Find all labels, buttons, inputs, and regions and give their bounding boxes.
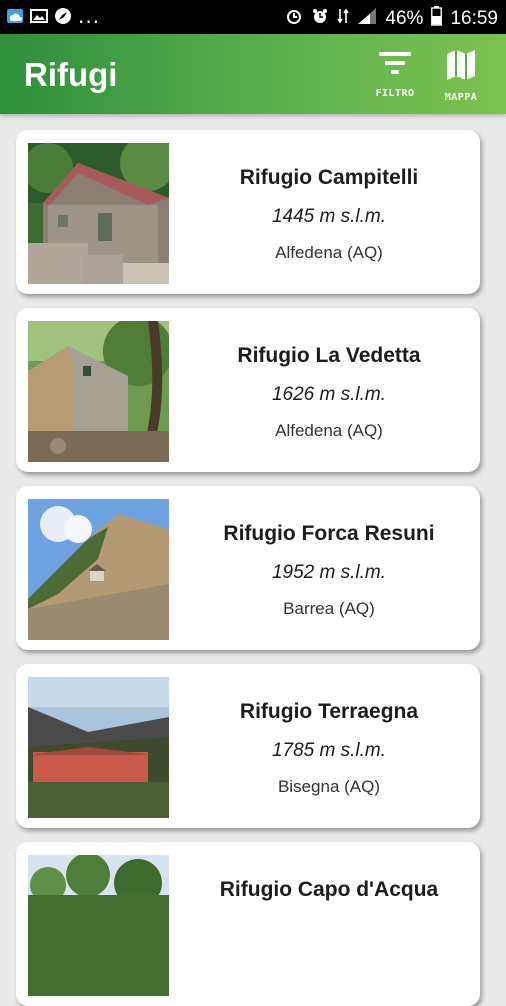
refuge-name: Rifugio Terraegna	[239, 700, 419, 723]
battery-percent: 46%	[385, 8, 424, 29]
alarm-icon	[285, 7, 303, 31]
gallery-icon	[30, 7, 48, 25]
refuge-name: Rifugio La Vedetta	[237, 344, 421, 367]
refuge-card[interactable]: Rifugio Capo d'Acqua	[16, 842, 480, 1006]
refuge-card[interactable]: Rifugio La Vedetta 1626 m s.l.m. Alfeden…	[16, 308, 480, 472]
filter-label: FILTRO	[375, 88, 415, 99]
filter-button[interactable]: FILTRO	[366, 48, 424, 108]
explore-icon	[54, 7, 72, 25]
app-bar: Rifugi FILTRO MAPPA	[0, 34, 506, 114]
map-label: MAPPA	[444, 92, 478, 103]
page-title: Rifugi	[24, 56, 118, 93]
data-transfer-icon	[337, 7, 350, 31]
refuge-list[interactable]: Rifugio Campitelli 1445 m s.l.m. Alfeden…	[0, 114, 506, 1006]
refuge-altitude: 1445 m s.l.m.	[271, 206, 387, 227]
refuge-altitude: 1952 m s.l.m.	[271, 562, 387, 583]
refuge-card[interactable]: Rifugio Terraegna 1785 m s.l.m. Bisegna …	[16, 664, 480, 828]
clock-icon	[311, 7, 329, 31]
refuge-name: Rifugio Forca Resuni	[223, 522, 435, 545]
refuge-altitude: 1785 m s.l.m.	[271, 740, 387, 761]
refuge-photo	[28, 855, 169, 996]
signal-icon	[357, 7, 377, 31]
map-icon	[444, 48, 478, 87]
filter-icon	[377, 48, 413, 83]
refuge-photo	[28, 143, 169, 284]
refuge-photo	[28, 677, 169, 818]
refuge-photo	[28, 499, 169, 640]
cloud-app-icon	[6, 7, 24, 25]
refuge-photo	[28, 321, 169, 462]
refuge-name: Rifugio Campitelli	[239, 166, 419, 189]
refuge-name: Rifugio Capo d'Acqua	[219, 878, 439, 901]
refuge-card[interactable]: Rifugio Campitelli 1445 m s.l.m. Alfeden…	[16, 130, 480, 294]
refuge-card[interactable]: Rifugio Forca Resuni 1952 m s.l.m. Barre…	[16, 486, 480, 650]
clock-time: 16:59	[450, 8, 498, 29]
refuge-location: Alfedena (AQ)	[275, 421, 383, 440]
refuge-location: Barrea (AQ)	[283, 599, 375, 618]
status-bar: ... 46% 16:59	[0, 0, 506, 34]
refuge-location: Alfedena (AQ)	[275, 243, 383, 262]
refuge-location: Bisegna (AQ)	[277, 777, 381, 796]
map-button[interactable]: MAPPA	[432, 48, 490, 108]
battery-icon	[431, 6, 443, 32]
refuge-altitude: 1626 m s.l.m.	[271, 384, 387, 405]
more-notifications: ...	[78, 4, 101, 28]
